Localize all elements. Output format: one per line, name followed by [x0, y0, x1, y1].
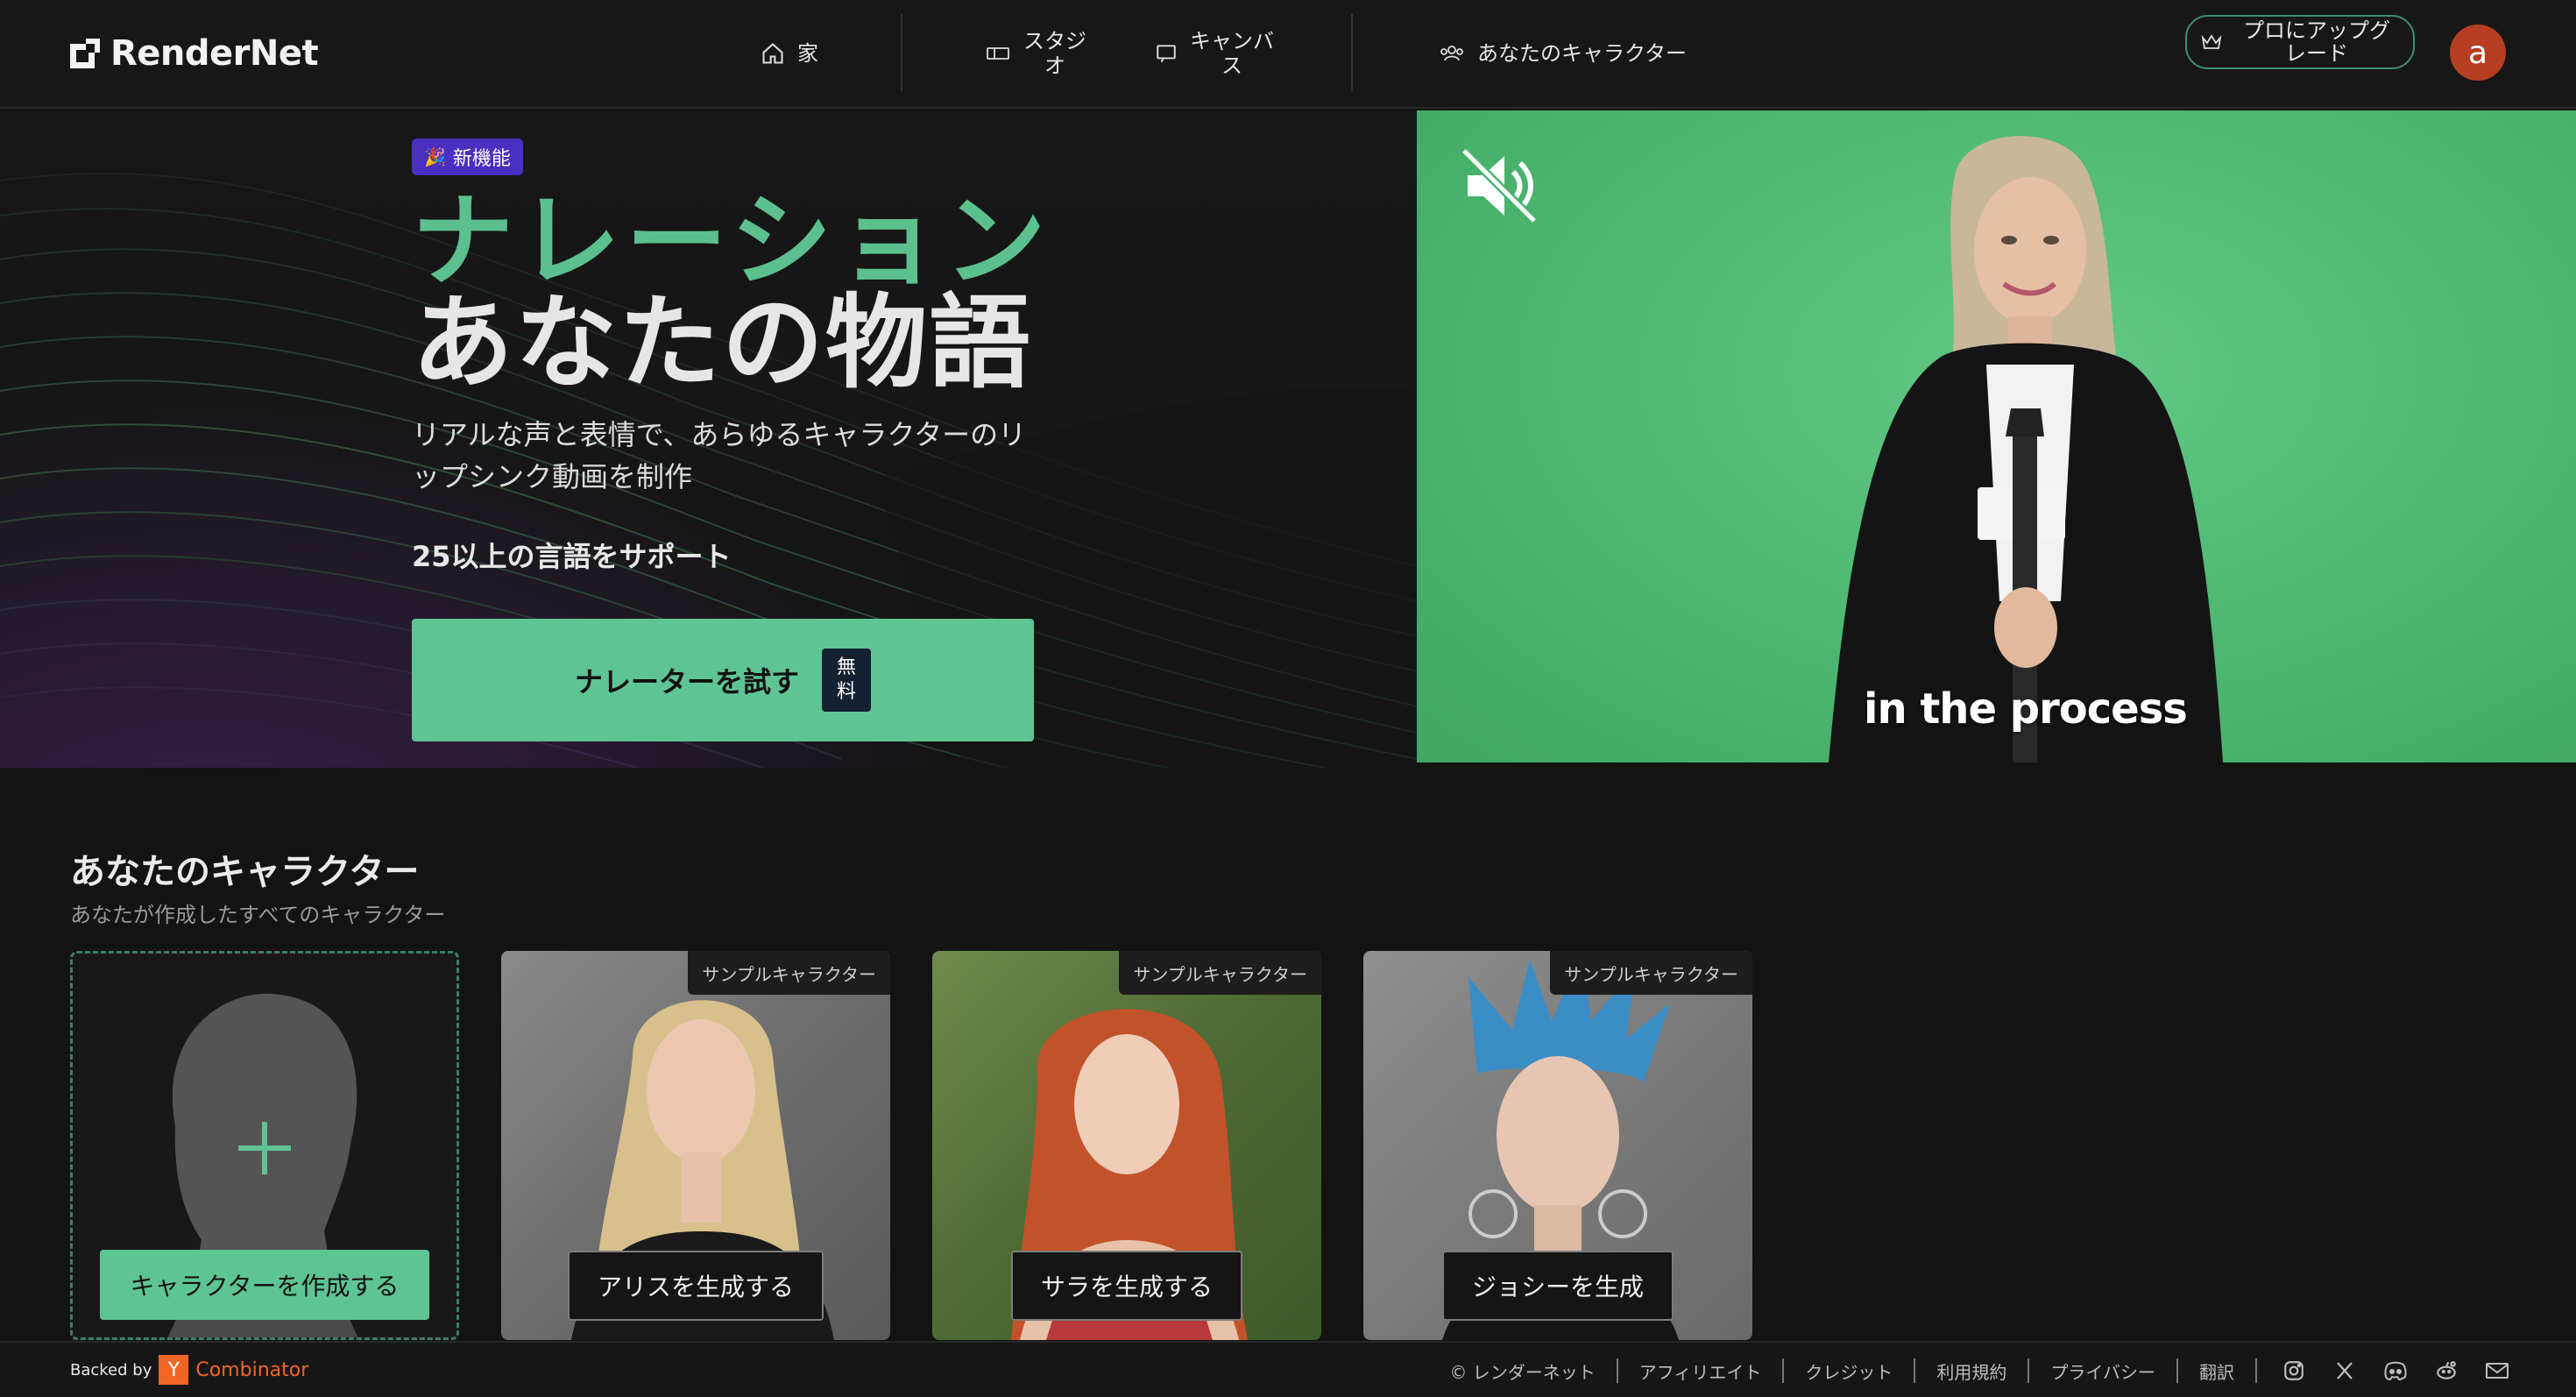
sample-character-tag: サンプルキャラクター [1550, 951, 1752, 995]
nav-divider [1351, 14, 1353, 91]
footer-separator [2028, 1358, 2030, 1383]
upgrade-button[interactable]: プロにアップグレード [2185, 15, 2415, 69]
hero-video-preview[interactable]: in the process [1417, 110, 2576, 762]
backed-by-label: Backed by [70, 1360, 152, 1379]
footer-separator [1782, 1358, 1785, 1383]
users-icon [1440, 46, 1463, 61]
party-popper-icon: 🎉 [424, 146, 446, 167]
footer-separator [2255, 1358, 2257, 1383]
nav-studio[interactable]: スタジ オ [985, 26, 1086, 81]
sample-character-tag: サンプルキャラクター [688, 951, 890, 995]
nav-characters-label: あなたのキャラクター [1477, 41, 1688, 66]
hero-subtitle: リアルな声と表情で、あらゆるキャラクターのリップシンク動画を制作 [412, 418, 1027, 493]
footer: Backed by Y Combinator © レンダーネット アフィリエイト… [0, 1341, 2576, 1397]
nav-characters[interactable]: あなたのキャラクター [1439, 26, 1687, 81]
generate-josie-button[interactable]: ジョシーを生成 [1441, 1251, 1674, 1321]
footer-link-privacy[interactable]: プライバシー [2050, 1358, 2155, 1384]
nav-canvas[interactable]: キャンバ ス [1155, 26, 1274, 81]
instagram-icon[interactable] [2282, 1358, 2306, 1383]
nav-canvas-label: キャンバ ス [1190, 29, 1274, 78]
reddit-icon[interactable] [2434, 1358, 2459, 1383]
sample-character-card[interactable]: サンプルキャラクター サラを生成する [932, 951, 1321, 1340]
hero-banner: 🎉 新機能 ナレーション あなたの物語 リアルな声と表情で、あらゆるキャラクター… [0, 110, 1417, 768]
generate-sarah-button[interactable]: サラを生成する [1010, 1251, 1243, 1321]
characters-section-subtitle: あなたが作成したすべてのキャラクター [70, 903, 446, 927]
rendernet-logo-icon [70, 39, 100, 68]
video-caption: in the process [1864, 684, 2188, 734]
generate-alice-button[interactable]: アリスを生成する [567, 1251, 824, 1321]
mail-icon[interactable] [2485, 1358, 2509, 1383]
mute-icon[interactable] [1459, 145, 1539, 226]
nav-studio-label: スタジ オ [1023, 29, 1086, 78]
footer-separator [1914, 1358, 1916, 1383]
top-navigation: RenderNet 家 スタジ オ キャンバ ス あなたのキャラクター プロにア… [0, 0, 2576, 109]
try-narrator-label: ナレーターを試す [574, 665, 799, 698]
sample-character-tag: サンプルキャラクター [1119, 951, 1321, 995]
hero-title-line1: ナレーション [412, 182, 1051, 301]
canvas-icon [1157, 45, 1176, 63]
hero-title-line2: あなたの物語 [412, 284, 1032, 402]
characters-section-title: あなたのキャラクター [70, 852, 420, 892]
presenter-illustration [1829, 136, 2223, 762]
yc-name: Combinator [195, 1358, 309, 1381]
create-character-button[interactable]: キャラクターを作成する [100, 1250, 429, 1320]
logo-text: RenderNet [110, 33, 319, 74]
footer-link-copyright[interactable]: © レンダーネット [1449, 1358, 1595, 1384]
create-character-card[interactable]: キャラクターを作成する [70, 951, 459, 1340]
home-icon [762, 43, 783, 64]
discord-icon[interactable] [2383, 1358, 2408, 1383]
footer-link-affiliate[interactable]: アフィリエイト [1639, 1358, 1762, 1384]
logo[interactable]: RenderNet [70, 32, 319, 75]
footer-separator [2176, 1358, 2178, 1383]
nav-divider [901, 14, 902, 91]
studio-icon [987, 47, 1009, 60]
free-badge: 無料 [822, 649, 871, 712]
languages-supported: 25以上の言語をサポート [412, 540, 732, 573]
new-feature-label: 新機能 [452, 148, 511, 170]
x-twitter-icon[interactable] [2332, 1358, 2357, 1383]
footer-link-terms[interactable]: 利用規約 [1936, 1358, 2006, 1384]
sample-character-card[interactable]: サンプルキャラクター ジョシーを生成 [1363, 951, 1752, 1340]
new-feature-badge: 🎉 新機能 [412, 138, 523, 175]
footer-link-translate[interactable]: 翻訳 [2199, 1358, 2234, 1384]
try-narrator-button[interactable]: ナレーターを試す 無料 [412, 619, 1034, 741]
avatar[interactable]: a [2450, 25, 2506, 81]
sample-character-card[interactable]: サンプルキャラクター アリスを生成する [501, 951, 890, 1340]
nav-home[interactable]: 家 [761, 26, 818, 81]
nav-home-label: 家 [797, 41, 818, 66]
footer-link-credits[interactable]: クレジット [1805, 1358, 1893, 1384]
footer-links: © レンダーネット アフィリエイト クレジット 利用規約 プライバシー 翻訳 [1449, 1353, 2513, 1388]
backed-by-yc[interactable]: Backed by Y Combinator [70, 1355, 308, 1385]
yc-logo-icon: Y [159, 1355, 189, 1385]
upgrade-label: プロにアップグレード [2243, 18, 2390, 66]
footer-separator [1616, 1358, 1618, 1383]
crown-icon [2201, 34, 2222, 49]
